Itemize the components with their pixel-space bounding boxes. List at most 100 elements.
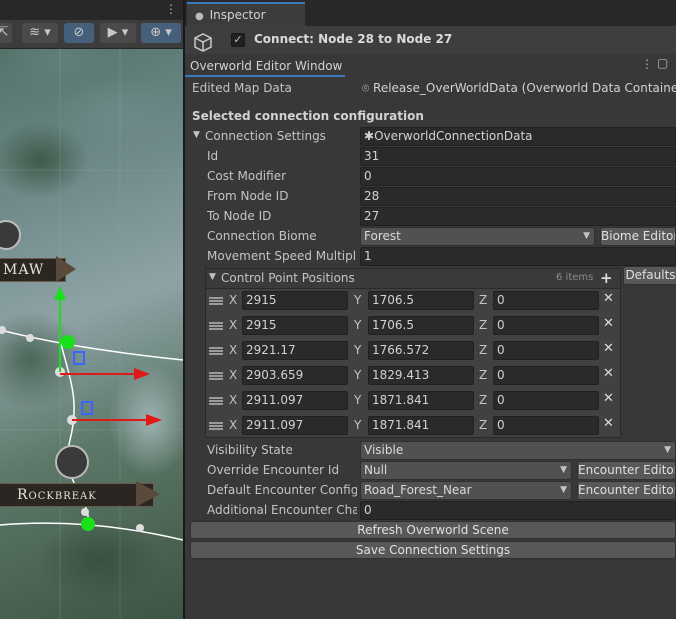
- scene-view[interactable]: ⋮ ⇱ ≋ ▾ ⊘ ▶ ▾ ⊕ ▾ MAW Rockbreak: [0, 0, 183, 619]
- point-z-field[interactable]: 0: [493, 366, 599, 385]
- object-name[interactable]: Connect: Node 28 to Node 27: [254, 32, 452, 46]
- movement-speed-label: Movement Speed Multiplier: [207, 249, 357, 263]
- additional-encounter-label: Additional Encounter Chance: [207, 503, 357, 517]
- axis-x-label: X: [229, 318, 238, 332]
- point-x-field[interactable]: 2911.097: [242, 391, 348, 410]
- axis-y-label: Y: [354, 293, 362, 307]
- point-y-field[interactable]: 1706.5: [368, 291, 474, 310]
- chevron-down-icon: ▼: [560, 485, 567, 495]
- to-node-field[interactable]: 27: [360, 207, 676, 226]
- default-encounter-dropdown[interactable]: Road_Forest_Near ▼: [360, 481, 572, 500]
- remove-icon[interactable]: ✕: [603, 341, 614, 356]
- axis-z-label: Z: [479, 293, 488, 307]
- control-points-label: Control Point Positions: [221, 271, 355, 285]
- remove-icon[interactable]: ✕: [603, 366, 614, 381]
- visibility-state-label: Visibility State: [207, 443, 293, 457]
- remove-icon[interactable]: ✕: [603, 316, 614, 331]
- movement-speed-field[interactable]: 1: [360, 247, 676, 266]
- object-enabled-checkbox[interactable]: ✓: [231, 33, 245, 47]
- point-z-field[interactable]: 0: [493, 341, 599, 360]
- more-icon[interactable]: ⋮: [641, 57, 653, 71]
- control-point-row[interactable]: X 2921.17 Y 1766.572 Z 0 ✕: [205, 340, 621, 362]
- remove-icon[interactable]: ✕: [603, 291, 614, 306]
- editor-window-tab[interactable]: Overworld Editor Window: [185, 57, 345, 77]
- asterisk-icon: ✱: [364, 129, 375, 143]
- point-z-field[interactable]: 0: [493, 291, 599, 310]
- override-encounter-label: Override Encounter Id: [207, 463, 340, 477]
- default-encounter-editor-button[interactable]: Encounter Editor: [577, 481, 676, 500]
- visibility-state-dropdown[interactable]: Visible ▼: [360, 441, 676, 460]
- point-y-field[interactable]: 1829.413: [368, 366, 474, 385]
- chevron-down-icon: ▼: [583, 231, 590, 241]
- point-z-field[interactable]: 0: [493, 416, 599, 435]
- connection-biome-dropdown[interactable]: Forest ▼: [360, 227, 595, 246]
- id-field[interactable]: 31: [360, 147, 676, 166]
- point-x-field[interactable]: 2915: [242, 316, 348, 335]
- axis-z-label: Z: [479, 343, 488, 357]
- point-x-field[interactable]: 2911.097: [242, 416, 348, 435]
- point-y-field[interactable]: 1766.572: [368, 341, 474, 360]
- axis-x-label: X: [229, 418, 238, 432]
- foldout-arrow-icon: ▼: [209, 272, 216, 282]
- drag-handle-icon[interactable]: [209, 322, 223, 330]
- edited-map-label: Edited Map Data: [192, 81, 292, 95]
- inspector-panel: ● Inspector ✓ Connect: Node 28 to Node 2…: [185, 0, 676, 619]
- control-point-row[interactable]: X 2903.659 Y 1829.413 Z 0 ✕: [205, 365, 621, 387]
- defaults-button[interactable]: Defaults: [623, 266, 676, 285]
- point-z-field[interactable]: 0: [493, 391, 599, 410]
- remove-icon[interactable]: ✕: [603, 391, 614, 406]
- point-x-field[interactable]: 2921.17: [242, 341, 348, 360]
- point-z-field[interactable]: 0: [493, 316, 599, 335]
- axis-x-label: X: [229, 343, 238, 357]
- visibility-state-value: Visible: [364, 443, 404, 457]
- scriptable-object-icon: ⌾: [362, 81, 370, 95]
- axis-y-label: Y: [354, 318, 362, 332]
- cost-modifier-field[interactable]: 0: [360, 167, 676, 186]
- save-connection-button[interactable]: Save Connection Settings: [190, 541, 676, 559]
- axis-x-label: X: [229, 393, 238, 407]
- biome-editor-button[interactable]: Biome Editor: [600, 227, 676, 246]
- map-label-rockbreak[interactable]: Rockbreak: [0, 483, 154, 507]
- connection-settings-value: OverworldConnectionData: [374, 129, 533, 143]
- connection-settings-label[interactable]: Connection Settings: [205, 129, 326, 143]
- control-point-row[interactable]: X 2915 Y 1706.5 Z 0 ✕: [205, 315, 621, 337]
- connection-settings-field[interactable]: ✱OverworldConnectionData: [360, 127, 676, 146]
- axis-z-label: Z: [479, 368, 488, 382]
- drag-handle-icon[interactable]: [209, 422, 223, 430]
- axis-z-label: Z: [479, 418, 488, 432]
- map-label-maw-text: MAW: [3, 262, 45, 278]
- override-encounter-dropdown[interactable]: Null ▼: [360, 461, 572, 480]
- point-x-field[interactable]: 2903.659: [242, 366, 348, 385]
- editor-window-title: Overworld Editor Window: [190, 59, 343, 73]
- point-y-field[interactable]: 1871.841: [368, 391, 474, 410]
- from-node-field[interactable]: 28: [360, 187, 676, 206]
- axis-x-label: X: [229, 368, 238, 382]
- remove-icon[interactable]: ✕: [603, 416, 614, 431]
- foldout-arrow-icon[interactable]: ▼: [193, 130, 200, 140]
- cost-modifier-label: Cost Modifier: [207, 169, 287, 183]
- control-point-row[interactable]: X 2911.097 Y 1871.841 Z 0 ✕: [205, 390, 621, 412]
- control-points-header[interactable]: ▼ Control Point Positions 6 items +: [205, 268, 621, 289]
- point-y-field[interactable]: 1706.5: [368, 316, 474, 335]
- refresh-overworld-button[interactable]: Refresh Overworld Scene: [190, 521, 676, 539]
- edited-map-field[interactable]: ⌾ Release_OverWorldData (Overworld Data …: [362, 79, 676, 98]
- point-x-field[interactable]: 2915: [242, 291, 348, 310]
- add-icon[interactable]: +: [600, 269, 613, 287]
- scene-overlay: [0, 48, 183, 619]
- from-node-label: From Node ID: [207, 189, 289, 203]
- drag-handle-icon[interactable]: [209, 297, 223, 305]
- point-y-field[interactable]: 1871.841: [368, 416, 474, 435]
- override-encounter-editor-button[interactable]: Encounter Editor: [577, 461, 676, 480]
- drag-handle-icon[interactable]: [209, 397, 223, 405]
- tab-inspector[interactable]: ● Inspector: [187, 2, 305, 26]
- additional-encounter-field[interactable]: 0: [360, 501, 676, 520]
- chevron-down-icon: ▼: [560, 465, 567, 475]
- drag-handle-icon[interactable]: [209, 372, 223, 380]
- axis-x-label: X: [229, 293, 238, 307]
- axis-y-label: Y: [354, 418, 362, 432]
- drag-handle-icon[interactable]: [209, 347, 223, 355]
- maximize-icon[interactable]: ▢: [657, 56, 668, 70]
- control-point-row[interactable]: X 2911.097 Y 1871.841 Z 0 ✕: [205, 415, 621, 437]
- connection-biome-value: Forest: [364, 229, 401, 243]
- control-point-row[interactable]: X 2915 Y 1706.5 Z 0 ✕: [205, 290, 621, 312]
